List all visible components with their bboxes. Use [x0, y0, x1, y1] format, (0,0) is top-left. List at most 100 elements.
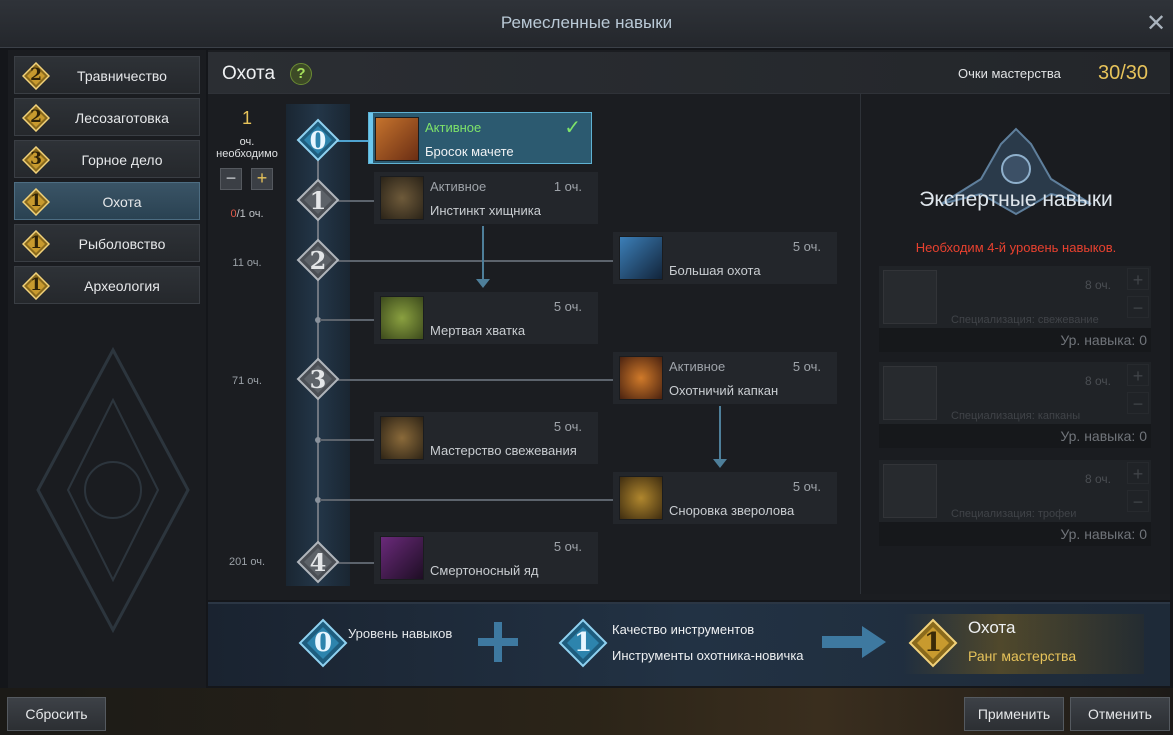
node-type: Активное	[425, 120, 482, 135]
skill-node-skinning-mastery[interactable]: Мастерство свежевания 5 оч.	[374, 412, 598, 464]
tier-3-badge: 3	[296, 357, 340, 401]
skill-node-hunting-trap[interactable]: Активное Охотничий капкан 5 оч.	[613, 352, 837, 404]
sidebar-item[interactable]: 1 Археология	[14, 266, 200, 304]
sidebar-item-label: Травничество	[77, 68, 167, 84]
skill-node-trapper-skill[interactable]: Сноровка звероловa 5 оч.	[613, 472, 837, 524]
decrease-points-button[interactable]: −	[220, 168, 242, 190]
level-number: 2	[30, 65, 42, 85]
skill-tree: 0 1 2 3 4 Активное Бросок мачете ✓ Актив…	[286, 94, 860, 594]
skill-node-death-grip[interactable]: Мертвая хватка 5 оч.	[374, 292, 598, 344]
sidebar-item[interactable]: 2 Лесозаготовка	[14, 98, 200, 136]
expert-level: Ур. навыка: 0	[1060, 332, 1147, 348]
points-column: 1 оч. необходимо − + 0/1 оч. 11 оч. 71 о…	[208, 100, 286, 590]
section-title: Охота	[222, 63, 276, 84]
expert-plus-button[interactable]: +	[1127, 364, 1149, 386]
node-name: Сноровка звероловa	[669, 503, 795, 518]
tier-4-requirement: 201 оч.	[228, 556, 266, 568]
node-cost: 5 оч.	[553, 419, 582, 434]
connector	[336, 379, 614, 381]
connector	[336, 200, 374, 202]
expert-spec: Специализация: капканы	[951, 410, 1081, 422]
sidebar-item-label: Археология	[84, 278, 160, 294]
expert-plus-button[interactable]: +	[1127, 462, 1149, 484]
node-name: Охотничий капкан	[669, 383, 779, 398]
tier-number: 0	[309, 126, 327, 155]
sidebar-item-label: Рыболовство	[78, 236, 166, 252]
expert-cost: 8 оч.	[1085, 374, 1112, 388]
trap-icon	[619, 356, 663, 400]
points-spent: 0/1 оч.	[208, 208, 286, 220]
expert-plus-button[interactable]: +	[1127, 268, 1149, 290]
expert-cost: 8 оч.	[1085, 472, 1112, 486]
tool-quality-label: Качество инструментов	[612, 622, 755, 637]
tier-4-badge: 4	[296, 540, 340, 584]
node-name: Инстинкт хищника	[430, 203, 541, 218]
sidebar-item[interactable]: 1 Рыболовство	[14, 224, 200, 262]
expert-skill-card: 8 оч. Специализация: свежевание + − Ур. …	[879, 266, 1151, 352]
reset-button[interactable]: Сбросить	[7, 697, 106, 731]
increase-points-button[interactable]: +	[251, 168, 273, 190]
apply-button[interactable]: Применить	[964, 697, 1064, 731]
tier-number: 2	[309, 246, 327, 275]
trophies-spec-icon	[883, 464, 937, 518]
crafting-skills-window: Ремесленные навыки ✕ 2 Травничество 2 Лесоз…	[0, 0, 1173, 735]
cancel-button[interactable]: Отменить	[1070, 697, 1170, 731]
expert-level: Ур. навыка: 0	[1060, 428, 1147, 444]
node-cost: 1 оч.	[553, 179, 582, 194]
section-header: Охота ? Очки мастерства 30/30	[208, 52, 1170, 94]
checkmark-icon: ✓	[564, 117, 581, 139]
sidebar-item-label: Лесозаготовка	[75, 110, 169, 126]
node-cost: 5 оч.	[792, 359, 821, 374]
skill-level-label: Уровень навыков	[348, 626, 453, 641]
expert-requirement: Необходим 4-й уровень навыков.	[915, 240, 1117, 255]
plus-icon	[478, 622, 518, 662]
title-bar: Ремесленные навыки ✕	[0, 0, 1173, 48]
machete-icon	[375, 117, 419, 161]
points-total: /1 оч.	[236, 208, 264, 220]
level-number: 1	[30, 191, 42, 211]
mastery-points-label: Очки мастерства	[958, 66, 1061, 81]
node-name: Мертвая хватка	[430, 323, 526, 338]
level-number: 1	[30, 275, 42, 295]
traps-spec-icon	[883, 366, 937, 420]
result-rank-label: Ранг мастерства	[968, 648, 1077, 664]
level-number: 1	[30, 233, 42, 253]
tier-1-badge: 1	[296, 178, 340, 222]
help-icon[interactable]: ?	[290, 63, 312, 85]
node-cost: 5 оч.	[553, 299, 582, 314]
node-name: Большая охота	[669, 263, 761, 278]
expert-minus-button[interactable]: −	[1127, 296, 1149, 318]
tier-2-requirement: 11 оч.	[232, 257, 262, 269]
level-badge-icon: 1	[21, 187, 51, 217]
expert-cost: 8 оч.	[1085, 278, 1112, 292]
tier-3-requirement: 71 оч.	[232, 375, 262, 387]
sidebar-item[interactable]: 3 Горное дело	[14, 140, 200, 178]
mastery-rank-badge: 1	[908, 618, 958, 668]
node-cost: 5 оч.	[792, 479, 821, 494]
skill-node-predator-instinct[interactable]: Активное Инстинкт хищника 1 оч.	[374, 172, 598, 224]
skill-node-deadly-poison[interactable]: Смертоносный яд 5 оч.	[374, 532, 598, 584]
big-hunt-icon	[619, 236, 663, 280]
expert-minus-button[interactable]: −	[1127, 392, 1149, 414]
sidebar-item[interactable]: 2 Травничество	[14, 56, 200, 94]
tier-number: 3	[309, 365, 327, 394]
skill-category-list: 2 Травничество 2 Лесозаготовка 3 Горное дело 1…	[8, 50, 206, 688]
connector	[320, 499, 614, 501]
skinning-spec-icon	[883, 270, 937, 324]
node-type: Активное	[430, 179, 487, 194]
required-points-label: оч. необходимо	[216, 136, 278, 160]
skill-node-big-hunt[interactable]: Большая охота 5 оч.	[613, 232, 837, 284]
mastery-rank-number: 1	[923, 628, 943, 658]
tier-number: 4	[309, 548, 327, 577]
arrow-right-icon	[822, 626, 886, 658]
window-title: Ремесленные навыки	[500, 13, 673, 32]
expert-minus-button[interactable]: −	[1127, 490, 1149, 512]
skill-node-machete-throw[interactable]: Активное Бросок мачете ✓	[368, 112, 592, 164]
emblem-icon	[36, 346, 190, 634]
level-badge-icon: 3	[21, 145, 51, 175]
trapper-icon	[619, 476, 663, 520]
sidebar-item[interactable]: 1 Охота	[14, 182, 200, 220]
expert-level: Ур. навыка: 0	[1060, 526, 1147, 542]
close-button[interactable]: ✕	[1143, 11, 1169, 37]
sidebar-item-label: Охота	[102, 194, 142, 210]
